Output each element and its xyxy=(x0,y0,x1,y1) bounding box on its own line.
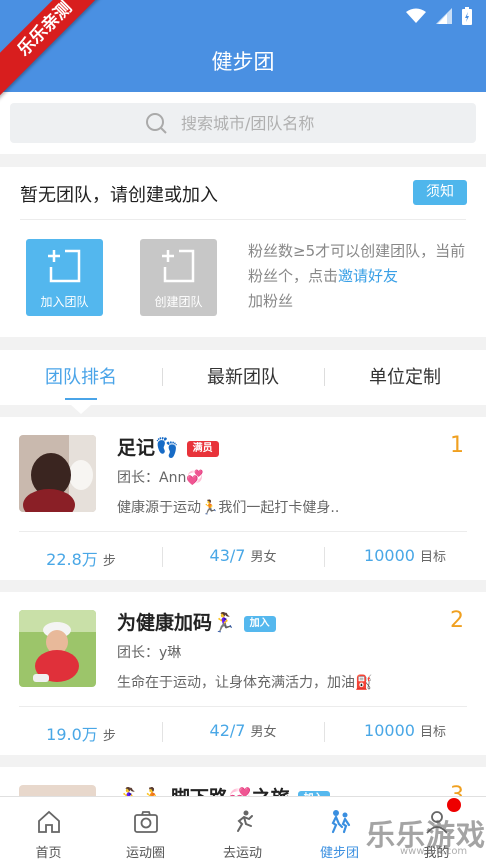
goal-unit: 目标 xyxy=(419,550,446,565)
team-name: 足记👣 满员 xyxy=(117,433,219,460)
search-section xyxy=(0,92,486,154)
steps-unit: 步 xyxy=(102,554,116,569)
divider xyxy=(20,219,466,220)
team-leader: 团长：y琳 xyxy=(117,645,182,661)
team-description: 生命在于运动，让身体充满活力，加油⛽ xyxy=(117,675,373,691)
team-name: 🏃‍♀️🏃 脚下路💞之旅加入 xyxy=(117,783,330,796)
watermark-url: www.6llt.com xyxy=(400,846,468,857)
rank-number: 3 xyxy=(450,783,464,796)
team-leader: 团长：Ann💞 xyxy=(117,470,204,486)
notice-card: 暂无团队，请创建或加入 须知 加入团队 创建团队 粉丝数≥5才可以创建团队，当前… xyxy=(0,167,486,337)
divider xyxy=(19,706,467,707)
runner-icon xyxy=(237,810,253,832)
active-tab-indicator xyxy=(65,398,97,400)
group-walk-icon xyxy=(331,810,351,834)
nav-home[interactable]: 首页 xyxy=(0,797,97,864)
team-name-text: 🏃‍♀️🏃 脚下路💞之旅 xyxy=(117,787,290,796)
team-avatar xyxy=(19,785,96,796)
wifi-icon xyxy=(406,8,426,23)
notice-text-after: 加粉丝 xyxy=(248,292,294,310)
battery-icon xyxy=(462,7,472,25)
members-unit: 男女 xyxy=(250,550,277,565)
team-name-text: 为健康加码🏃‍♀️ xyxy=(117,612,236,634)
notice-info-button[interactable]: 须知 xyxy=(413,180,467,205)
tab-company-custom[interactable]: 单位定制 xyxy=(324,350,486,405)
team-card[interactable]: 🏃‍♀️🏃 脚下路💞之旅加入 3 xyxy=(0,767,486,796)
notification-dot xyxy=(447,798,461,812)
search-bar[interactable] xyxy=(10,103,476,143)
team-card[interactable]: 为健康加码🏃‍♀️ 加入 2 团长：y琳 生命在于运动，让身体充满活力，加油⛽ 1… xyxy=(0,592,486,755)
rank-number: 1 xyxy=(450,433,464,458)
stat-goal: 10000 目标 xyxy=(324,721,486,740)
join-team-label: 加入团队 xyxy=(40,295,89,309)
stat-steps: 19.0万步 xyxy=(0,721,162,745)
create-team-label: 创建团队 xyxy=(154,295,203,309)
members-unit: 男女 xyxy=(250,725,277,740)
goal-unit: 目标 xyxy=(419,725,446,740)
status-badge: 满员 xyxy=(186,441,219,457)
add-team-icon xyxy=(162,249,195,283)
team-card[interactable]: 足记👣 满员 1 团长：Ann💞 健康源于运动🏃我们一起打卡健身.. 22.8万步… xyxy=(0,417,486,580)
rank-number: 2 xyxy=(450,608,464,633)
team-name-text: 足记👣 xyxy=(117,437,179,459)
camera-icon xyxy=(134,811,158,833)
steps-value: 19.0万 xyxy=(46,725,98,744)
join-badge[interactable]: 加入 xyxy=(243,616,276,632)
team-tabs: 团队排名 最新团队 单位定制 xyxy=(0,350,486,405)
team-description: 健康源于运动🏃我们一起打卡健身.. xyxy=(117,500,340,516)
members-value: 43/7 xyxy=(209,546,246,565)
home-icon xyxy=(38,810,60,833)
nav-sports-circle-label: 运动圈 xyxy=(125,846,165,861)
team-name: 为健康加码🏃‍♀️ 加入 xyxy=(117,608,276,635)
team-avatar xyxy=(19,435,96,512)
page-title: 健步团 xyxy=(0,32,486,92)
team-avatar xyxy=(19,610,96,687)
notice-title: 暂无团队，请创建或加入 xyxy=(20,185,218,206)
stat-members: 43/7 男女 xyxy=(162,546,324,565)
status-icons xyxy=(406,7,472,25)
divider xyxy=(19,531,467,532)
stat-goal: 10000 目标 xyxy=(324,546,486,565)
stat-members: 42/7 男女 xyxy=(162,721,324,740)
goal-value: 10000 xyxy=(364,721,415,740)
tab-team-ranking[interactable]: 团队排名 xyxy=(0,350,162,405)
steps-value: 22.8万 xyxy=(46,550,98,569)
signal-icon xyxy=(436,8,452,24)
tab-newest-teams[interactable]: 最新团队 xyxy=(162,350,324,405)
nav-home-label: 首页 xyxy=(35,846,62,861)
nav-sports-circle[interactable]: 运动圈 xyxy=(97,797,194,864)
add-team-icon xyxy=(48,249,81,283)
goal-value: 10000 xyxy=(364,546,415,565)
search-icon xyxy=(146,113,167,134)
steps-unit: 步 xyxy=(102,729,116,744)
search-input[interactable] xyxy=(181,113,341,133)
notice-description: 粉丝数≥5才可以创建团队，当前粉丝个，点击邀请好友 加粉丝 xyxy=(248,239,472,314)
nav-go-exercise-label: 去运动 xyxy=(222,846,262,861)
create-team-button[interactable]: 创建团队 xyxy=(140,239,217,316)
invite-friends-link[interactable]: 邀请好友 xyxy=(338,267,398,285)
nav-go-exercise[interactable]: 去运动 xyxy=(194,797,291,864)
stat-steps: 22.8万步 xyxy=(0,546,162,570)
tab-pointer xyxy=(71,405,91,414)
members-value: 42/7 xyxy=(209,721,246,740)
join-team-button[interactable]: 加入团队 xyxy=(26,239,103,316)
